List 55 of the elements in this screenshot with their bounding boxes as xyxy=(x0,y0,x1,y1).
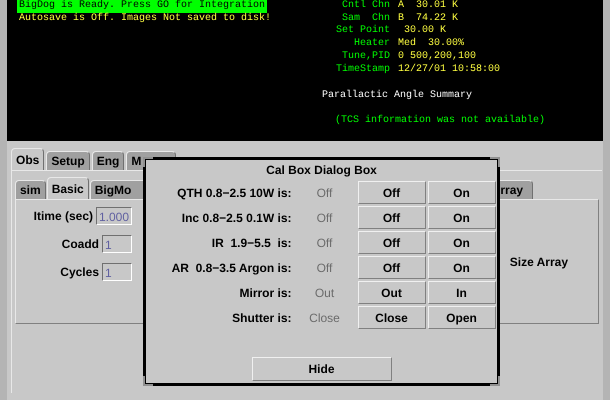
reading-label: Tune,PID xyxy=(340,50,390,64)
option-button[interactable]: Out xyxy=(358,281,426,304)
resize-handle[interactable] xyxy=(143,376,153,386)
tab[interactable]: Setup xyxy=(46,151,90,170)
tab[interactable]: Eng xyxy=(92,151,124,170)
reading-label: Heater xyxy=(352,38,390,51)
option-button[interactable]: In xyxy=(428,281,496,304)
reading-value: Med 30.00% xyxy=(398,38,466,51)
option-button[interactable]: Off xyxy=(358,231,426,254)
reading-label: TimeStamp xyxy=(334,64,390,76)
dialog-title: Cal Box Dialog Box xyxy=(266,163,377,177)
status-value: Off xyxy=(316,236,334,250)
resize-handle[interactable] xyxy=(490,376,500,386)
option-button[interactable]: Off xyxy=(358,206,426,229)
status-message: Autosave is Off. Images Not saved to disk! xyxy=(18,12,272,26)
tab[interactable]: sim xyxy=(15,180,46,199)
status-value: Off xyxy=(316,260,334,274)
setting-label: Shutter is: xyxy=(231,310,292,324)
resize-handle[interactable] xyxy=(143,157,153,167)
field-label: Coadd xyxy=(62,237,99,251)
option-button[interactable]: On xyxy=(428,181,496,204)
summary-note: (TCS information was not available) xyxy=(335,114,546,128)
setting-label: IR 1.9−5.5 is: xyxy=(210,236,292,250)
option-button[interactable]: Close xyxy=(358,306,426,329)
status-value: Close xyxy=(308,310,341,324)
reading-value: 12/27/01 10:58:00 xyxy=(398,64,500,76)
field-label: Cycles xyxy=(60,265,99,279)
field-label: Itime (sec) xyxy=(34,209,93,223)
status-value: Off xyxy=(316,210,334,224)
reading-label: Set Point xyxy=(334,25,390,38)
option-button[interactable]: On xyxy=(428,231,496,254)
setting-label: QTH 0.8−2.5 10W is: xyxy=(176,186,292,200)
option-button[interactable]: Open xyxy=(428,306,496,329)
reading-value: B 74.22 K xyxy=(398,12,460,25)
reading-value: A 30.01 K xyxy=(398,0,460,13)
option-button[interactable]: Off xyxy=(358,256,426,279)
status-value: Off xyxy=(316,186,334,200)
setting-label: Mirror is: xyxy=(238,286,292,300)
hide-button[interactable]: Hide xyxy=(252,357,392,381)
panel-label: Size Array xyxy=(510,254,568,268)
option-button[interactable]: Off xyxy=(358,181,426,204)
reading-value: 0 500,200,100 xyxy=(398,50,478,64)
reading-label: Cntl Chn xyxy=(340,0,390,12)
summary-title: Parallactic Angle Summary xyxy=(322,90,472,103)
option-button[interactable]: On xyxy=(428,256,496,279)
setting-label: Inc 0.8−2.5 0.1W is: xyxy=(180,210,292,224)
tab[interactable]: Basic xyxy=(46,177,89,199)
resize-handle[interactable] xyxy=(490,157,500,167)
option-button[interactable]: On xyxy=(428,206,496,229)
status-message: BigDog is Ready. Press GO for Integration xyxy=(17,0,268,13)
setting-label: AR 0.8−3.5 Argon is: xyxy=(170,260,292,274)
reading-label: Sam Chn xyxy=(340,12,390,24)
reading-value: 30.00 K xyxy=(403,25,448,38)
status-value: Out xyxy=(314,286,336,300)
tab[interactable]: Obs xyxy=(11,148,44,170)
